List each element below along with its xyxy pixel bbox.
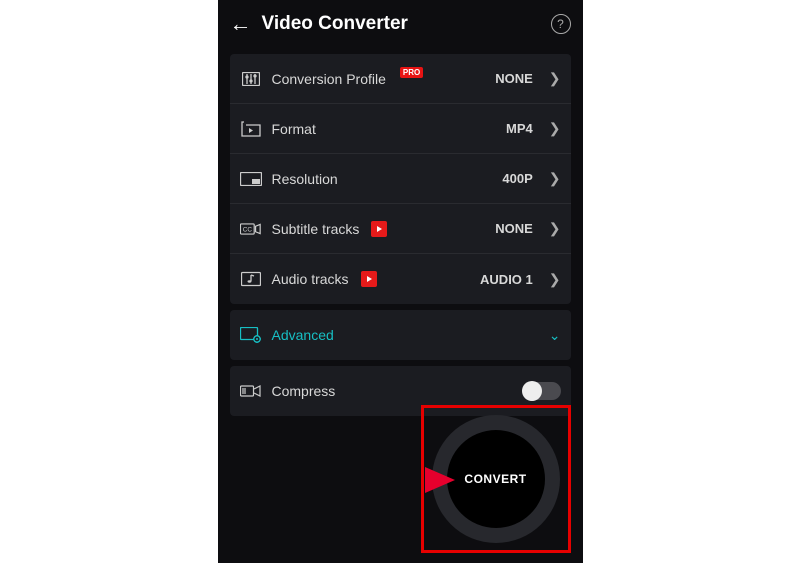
subtitle-icon: CC [240,220,262,238]
chevron-right-icon: ❯ [549,170,561,187]
row-value: AUDIO 1 [480,272,533,287]
row-label: Compress [272,383,336,399]
chevron-right-icon: ❯ [549,271,561,288]
back-button[interactable]: ← [230,11,252,37]
row-label: Resolution [272,171,338,187]
row-subtitle-tracks[interactable]: CC Subtitle tracks NONE ❯ [230,204,571,254]
row-label: Subtitle tracks [272,221,360,237]
pro-badge: PRO [400,67,423,78]
row-audio-tracks[interactable]: Audio tracks AUDIO 1 ❯ [230,254,571,304]
row-value: MP4 [506,121,533,136]
chevron-right-icon: ❯ [549,220,561,237]
page-title: Video Converter [262,13,541,35]
notification-dot-icon [361,271,377,287]
chevron-right-icon: ❯ [549,120,561,137]
row-label: Conversion Profile [272,71,386,87]
resolution-icon [240,170,262,188]
compress-icon [240,382,262,400]
audio-icon [240,270,262,288]
toggle-knob [522,381,542,401]
help-button[interactable]: ? [551,14,571,34]
convert-button-ring: CONVERT [432,415,560,543]
advanced-card: Advanced ⌄ [230,310,571,360]
convert-button[interactable]: CONVERT [447,430,545,528]
chevron-right-icon: ❯ [549,70,561,87]
row-advanced[interactable]: Advanced ⌄ [230,310,571,360]
row-value: NONE [495,71,533,86]
row-format[interactable]: Format MP4 ❯ [230,104,571,154]
row-label: Audio tracks [272,271,349,287]
sliders-icon [240,70,262,88]
row-conversion-profile[interactable]: Conversion Profile PRO NONE ❯ [230,54,571,104]
row-label: Format [272,121,316,137]
convert-highlight-box: CONVERT [421,405,571,553]
app-screen: ← Video Converter ? Conversion Profile P… [218,0,583,563]
row-value: 400P [502,171,532,186]
advanced-gear-icon [240,326,262,344]
row-resolution[interactable]: Resolution 400P ❯ [230,154,571,204]
compress-toggle[interactable] [523,382,561,400]
svg-text:CC: CC [242,226,252,233]
chevron-down-icon: ⌄ [549,327,561,344]
header: ← Video Converter ? [218,0,583,48]
row-label: Advanced [272,327,334,343]
row-value: NONE [495,221,533,236]
notification-dot-icon [371,221,387,237]
video-format-icon [240,120,262,138]
settings-card: Conversion Profile PRO NONE ❯ Format MP4… [230,54,571,304]
